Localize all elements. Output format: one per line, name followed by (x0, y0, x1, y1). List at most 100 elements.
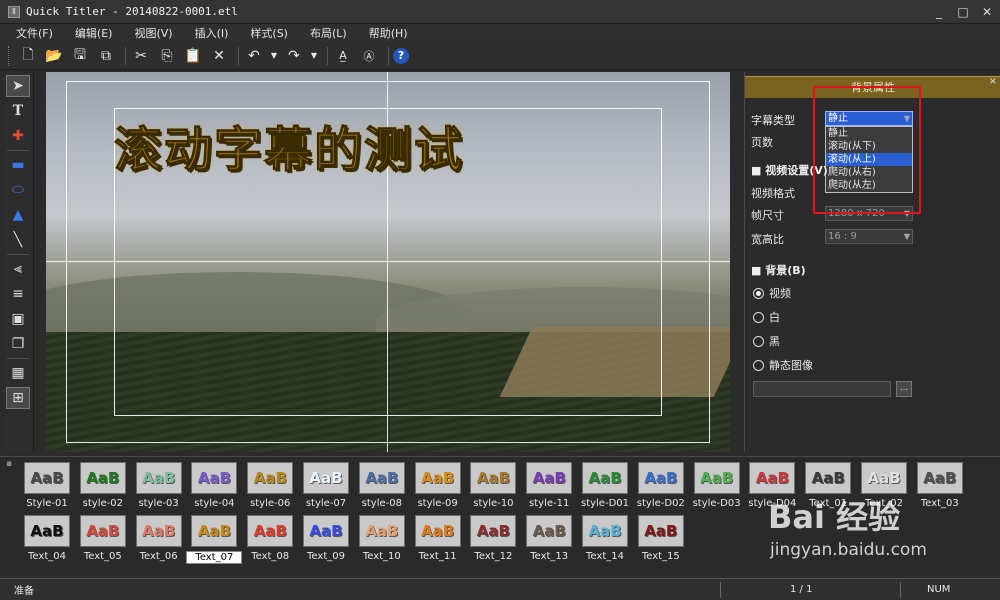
title-text-object[interactable]: 滚动字幕的测试 (113, 110, 464, 180)
gallery-grip-icon[interactable]: ▪ (6, 459, 12, 469)
style-label[interactable]: style-03 (131, 498, 187, 509)
style-swatch[interactable]: AaB (749, 462, 796, 494)
style-swatch[interactable]: AaB (414, 515, 461, 547)
menu-help[interactable]: 帮助(H) (369, 25, 408, 41)
browse-button[interactable]: ... (896, 381, 912, 397)
menu-style[interactable]: 样式(S) (250, 25, 288, 41)
style-label[interactable]: style-06 (242, 498, 298, 509)
close-button[interactable]: ✕ (980, 5, 994, 19)
style-swatch[interactable]: AaB (303, 462, 349, 494)
style-swatch[interactable]: AaB (358, 515, 405, 547)
style-swatch[interactable]: AaB (805, 462, 852, 494)
align-center-icon[interactable]: ≡ (6, 283, 30, 305)
menu-file[interactable]: 文件(F) (16, 25, 53, 41)
style-swatch[interactable]: AaB (693, 462, 740, 494)
line-icon[interactable]: ╲ (6, 229, 30, 251)
menu-insert[interactable]: 插入(I) (195, 25, 229, 41)
style-swatch[interactable]: AaB (470, 515, 517, 547)
style-label[interactable]: Text_07 (186, 551, 243, 564)
style-swatch[interactable]: AaB (24, 462, 70, 494)
style-swatch[interactable]: AaB (582, 515, 628, 547)
style-label[interactable]: Text_12 (465, 551, 521, 562)
save-icon[interactable]: 🖫 (69, 45, 91, 67)
bg-radio-still-image[interactable]: 静态图像 (753, 357, 813, 373)
style-label[interactable]: Text_09 (298, 551, 354, 562)
copy-icon[interactable]: ⎘ (156, 45, 178, 67)
bg-radio-white[interactable]: 白 (753, 309, 780, 325)
panel-close-button[interactable]: × (989, 77, 997, 87)
text-icon[interactable]: T (6, 100, 30, 122)
style-label[interactable]: style-10 (465, 498, 521, 509)
style-label[interactable]: Text_10 (354, 551, 410, 562)
style-swatch[interactable]: AaB (414, 462, 461, 494)
minimize-button[interactable]: _ (932, 5, 946, 19)
style-swatch[interactable]: AaB (303, 515, 349, 547)
menu-layout[interactable]: 布局(L) (310, 25, 347, 41)
style-label[interactable]: Text_04 (19, 551, 75, 562)
style-swatch[interactable]: AaB (582, 462, 628, 494)
ellipse-icon[interactable]: ⬭ (6, 179, 30, 201)
style-label[interactable]: Text_15 (633, 551, 689, 562)
style-label[interactable]: style-D02 (633, 498, 689, 509)
style-label[interactable]: Style-01 (19, 498, 75, 509)
help-icon[interactable]: ? (393, 47, 409, 64)
delete-icon[interactable]: ✕ (208, 45, 230, 67)
cut-icon[interactable]: ✂ (130, 45, 152, 67)
style-label[interactable]: Text_13 (521, 551, 577, 562)
save-all-icon[interactable]: ⧉ (95, 45, 117, 67)
style-label[interactable]: Text_11 (410, 551, 466, 562)
redo-icon[interactable]: ↷ (283, 45, 305, 67)
style-label[interactable]: Text_14 (577, 551, 633, 562)
style-swatch[interactable]: AaB (191, 462, 238, 494)
style-swatch[interactable]: AaB (79, 462, 126, 494)
style-label[interactable]: style-04 (186, 498, 242, 509)
style-label[interactable]: style-D04 (744, 498, 800, 509)
safe-area-icon[interactable]: ⊞ (6, 387, 30, 409)
style-swatch[interactable]: AaB (916, 462, 963, 494)
open-icon[interactable]: 📂 (43, 45, 65, 67)
undo-dropdown-icon[interactable]: ▼ (269, 45, 279, 67)
style-label[interactable]: Text_02 (856, 498, 912, 509)
text-style-icon[interactable]: A̲ (332, 45, 354, 67)
bg-radio-video[interactable]: 视频 (753, 285, 791, 301)
style-label[interactable]: Text_08 (242, 551, 298, 562)
align-left-icon[interactable]: ⫷ (6, 258, 30, 280)
style-label[interactable]: Text_06 (131, 551, 187, 562)
style-swatch[interactable]: AaB (526, 515, 573, 547)
style-label[interactable]: style-08 (354, 498, 410, 509)
rectangle-icon[interactable]: ▬ (6, 154, 30, 176)
triangle-icon[interactable]: ▲ (6, 204, 30, 226)
style-swatch[interactable]: AaB (637, 462, 684, 494)
style-swatch[interactable]: AaB (358, 462, 405, 494)
style-label[interactable]: style-02 (75, 498, 131, 509)
style-label[interactable]: Text_05 (75, 551, 131, 562)
title-canvas[interactable]: 滚动字幕的测试 (46, 72, 730, 452)
style-label[interactable]: Text_03 (912, 498, 968, 509)
center-icon[interactable]: ▣ (6, 308, 30, 330)
style-swatch[interactable]: AaB (470, 462, 517, 494)
style-label[interactable]: Text_01 (800, 498, 856, 509)
move-icon[interactable]: ✚ (6, 125, 30, 147)
style-swatch[interactable]: AaB (135, 515, 182, 547)
style-label[interactable]: style-07 (298, 498, 354, 509)
paste-icon[interactable]: 📋 (182, 45, 204, 67)
maximize-button[interactable]: □ (956, 5, 970, 19)
style-swatch[interactable]: AaB (247, 515, 294, 547)
aspect-ratio-select[interactable]: 16 : 9 ▼ (825, 229, 913, 244)
style-swatch[interactable]: AaB (135, 462, 182, 494)
image-path-input[interactable] (753, 381, 891, 397)
toolbar-grip[interactable] (8, 45, 11, 66)
background-section[interactable]: ■ 背景(B) (751, 262, 806, 278)
style-label[interactable]: style-11 (521, 498, 577, 509)
style-label[interactable]: style-D03 (689, 498, 745, 509)
text-effect-icon[interactable]: Ⓐ (358, 45, 380, 67)
layer-icon[interactable]: ❐ (6, 333, 30, 355)
undo-icon[interactable]: ↶ (243, 45, 265, 67)
style-label[interactable]: style-D01 (577, 498, 633, 509)
style-swatch[interactable]: AaB (24, 515, 70, 547)
pointer-icon[interactable]: ➤ (6, 75, 30, 97)
style-swatch[interactable]: AaB (191, 515, 238, 547)
menu-edit[interactable]: 编辑(E) (75, 25, 113, 41)
style-swatch[interactable]: AaB (526, 462, 573, 494)
grid-icon[interactable]: ▦ (6, 362, 30, 384)
